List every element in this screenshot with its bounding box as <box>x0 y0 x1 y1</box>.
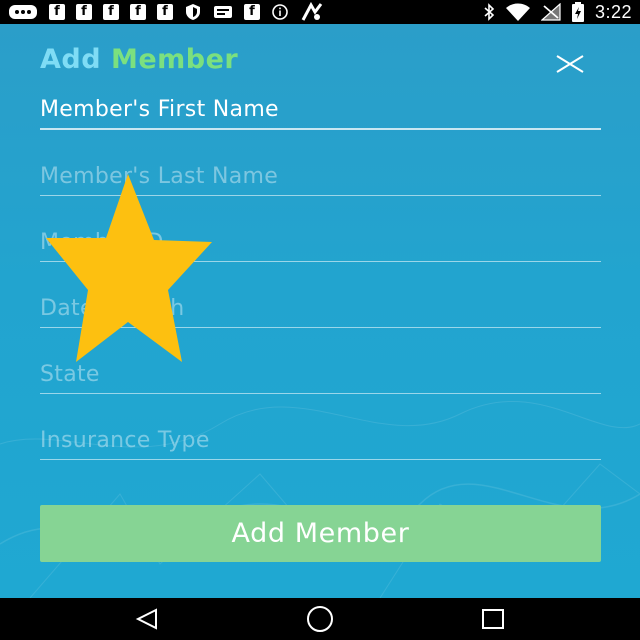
fake-gps-icon <box>300 2 324 21</box>
facebook-icon: f <box>76 4 92 20</box>
system-status: 3:22 <box>483 2 632 23</box>
battery-icon <box>571 2 585 22</box>
star-icon <box>46 174 212 362</box>
email-icon <box>213 4 233 20</box>
close-icon <box>556 55 584 73</box>
status-bar: f f f f f f 3:22 <box>0 0 640 24</box>
dialog-title: Add Member <box>40 44 238 75</box>
first-name-field[interactable] <box>40 92 601 126</box>
add-member-dialog: Add Member Add Member <box>0 24 640 598</box>
facebook-icon: f <box>49 4 65 20</box>
signal-icon <box>540 3 561 21</box>
close-button[interactable] <box>552 46 588 82</box>
recents-button[interactable] <box>469 601 517 637</box>
facebook-icon: f <box>103 4 119 20</box>
insurance-type-field-container <box>40 416 601 460</box>
recents-icon <box>482 609 505 629</box>
insurance-type-field[interactable] <box>40 423 601 457</box>
navigation-bar <box>0 598 640 640</box>
home-button[interactable] <box>296 601 344 637</box>
info-icon <box>271 4 289 20</box>
facebook-icon: f <box>157 4 173 20</box>
clock: 3:22 <box>594 1 632 22</box>
first-name-field-container <box>40 86 601 130</box>
back-icon <box>135 608 157 630</box>
wifi-icon <box>505 3 531 21</box>
title-add: Add <box>40 44 102 75</box>
title-member: Member <box>110 44 239 75</box>
bluetooth-icon <box>483 3 495 21</box>
back-button[interactable] <box>123 601 171 637</box>
shield-icon <box>184 4 202 20</box>
home-icon <box>306 606 333 632</box>
facebook-icon: f <box>130 4 146 20</box>
notification-icons: f f f f f f <box>8 2 324 21</box>
add-member-button[interactable]: Add Member <box>40 505 601 562</box>
message-icon <box>8 4 38 20</box>
facebook-icon: f <box>244 4 260 20</box>
